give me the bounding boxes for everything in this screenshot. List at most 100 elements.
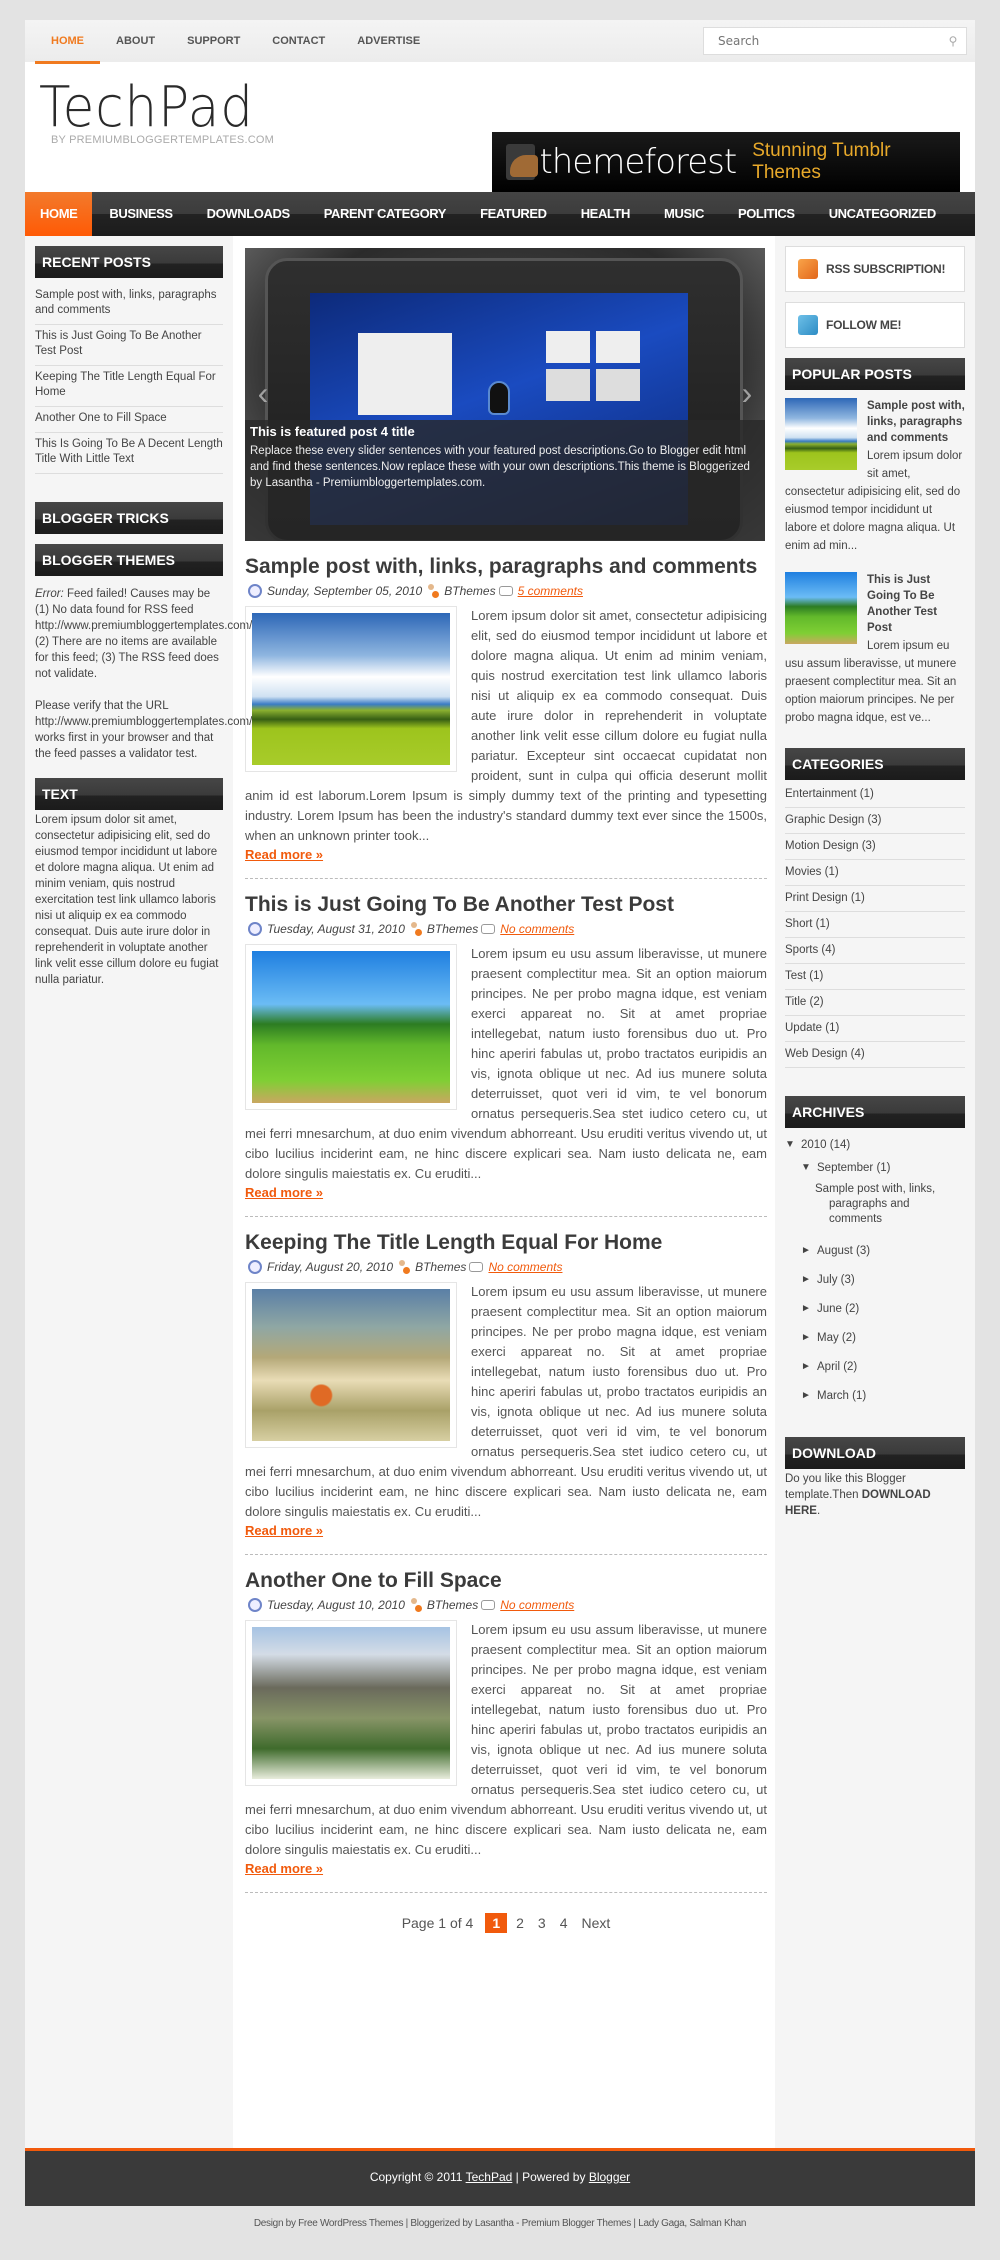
post-item: Sample post with, links, paragraphs and … — [245, 541, 767, 879]
slider-next-arrow-icon[interactable]: › — [733, 373, 761, 413]
post-comments-link[interactable]: No comments — [500, 1598, 574, 1612]
read-more-link[interactable]: Read more » — [245, 1523, 323, 1538]
mainnav-parent-category[interactable]: PARENT CATEGORY — [307, 192, 463, 236]
download-text: Do you like this Blogger template.Then D… — [785, 1473, 931, 1517]
search-input[interactable] — [704, 28, 940, 54]
archive-post-link[interactable]: Sample post with, links, paragraphs and … — [815, 1182, 955, 1227]
themeforest-banner-ad[interactable]: themeforest Stunning Tumblr Themes — [492, 132, 960, 192]
post-comments-link[interactable]: 5 comments — [518, 584, 583, 598]
archive-month[interactable]: ► June (2) — [801, 1295, 965, 1324]
category-link[interactable]: Movies (1) — [785, 860, 965, 886]
category-link[interactable]: Entertainment (1) — [785, 782, 965, 808]
text-widget: TEXT Lorem ipsum dolor sit amet, consect… — [35, 778, 223, 988]
post-item: This is Just Going To Be Another Test Po… — [245, 879, 767, 1217]
page-link[interactable]: 2 — [509, 1915, 531, 1931]
recent-post-link[interactable]: Keeping The Title Length Equal For Home — [35, 366, 223, 407]
widget-header: POPULAR POSTS — [785, 358, 965, 390]
search-icon[interactable]: ⚲ — [940, 34, 966, 48]
mainnav-featured[interactable]: FEATURED — [463, 192, 564, 236]
collapsed-triangle-icon[interactable]: ► — [801, 1332, 817, 1344]
post-thumbnail[interactable] — [245, 1620, 457, 1786]
footer-blogger-link[interactable]: Blogger — [589, 2170, 630, 2184]
site-title[interactable]: TechPad — [39, 80, 255, 136]
post-comments-link[interactable]: No comments — [488, 1260, 562, 1274]
footer-techpad-link[interactable]: TechPad — [466, 2170, 513, 2184]
page-link-current[interactable]: 1 — [485, 1913, 508, 1933]
post-meta: Tuesday, August 10, 2010 BThemes No comm… — [245, 1598, 767, 1612]
topnav-about[interactable]: ABOUT — [100, 20, 171, 62]
post-title[interactable]: Another One to Fill Space — [245, 1569, 767, 1592]
expanded-triangle-icon[interactable]: ▼ — [785, 1139, 801, 1151]
recent-post-link[interactable]: This is Just Going To Be Another Test Po… — [35, 325, 223, 366]
recent-post-link[interactable]: This Is Going To Be A Decent Length Titl… — [35, 433, 223, 474]
category-link[interactable]: Motion Design (3) — [785, 834, 965, 860]
site-logo[interactable]: TechPad BY PREMIUMBLOGGERTEMPLATES.COM — [39, 80, 274, 147]
post-date: Tuesday, August 10, 2010 — [267, 1598, 405, 1612]
archive-month[interactable]: ► August (3) — [801, 1237, 965, 1266]
twitter-icon — [798, 315, 818, 335]
author-icon — [408, 1598, 422, 1612]
mainnav-home[interactable]: HOME — [25, 192, 93, 236]
topnav-home[interactable]: HOME — [35, 20, 100, 64]
read-more-link[interactable]: Read more » — [245, 1861, 323, 1876]
post-meta: Friday, August 20, 2010 BThemes No comme… — [245, 1260, 767, 1274]
post-thumbnail[interactable] — [245, 1282, 457, 1448]
post-item: Another One to Fill Space Tuesday, Augus… — [245, 1555, 767, 1893]
next-page-link[interactable]: Next — [575, 1915, 618, 1931]
clock-icon — [248, 922, 262, 936]
slider-prev-arrow-icon[interactable]: ‹ — [249, 373, 277, 413]
category-link[interactable]: Test (1) — [785, 964, 965, 990]
popular-post-thumbnail[interactable] — [785, 398, 857, 470]
post-comments-link[interactable]: No comments — [500, 922, 574, 936]
author-icon — [408, 922, 422, 936]
post-title[interactable]: This is Just Going To Be Another Test Po… — [245, 893, 767, 916]
post-thumbnail[interactable] — [245, 606, 457, 772]
mainnav-uncategorized[interactable]: UNCATEGORIZED — [812, 192, 953, 236]
mainnav-politics[interactable]: POLITICS — [721, 192, 812, 236]
page-link[interactable]: 4 — [553, 1915, 575, 1931]
archive-month-september[interactable]: ▼ September (1) — [785, 1157, 965, 1180]
topnav-support[interactable]: SUPPORT — [171, 20, 256, 62]
archive-year-2010[interactable]: ▼ 2010 (14) — [785, 1134, 965, 1157]
rss-subscription-button[interactable]: RSS SUBSCRIPTION! — [785, 246, 965, 292]
category-link[interactable]: Graphic Design (3) — [785, 808, 965, 834]
category-link[interactable]: Update (1) — [785, 1016, 965, 1042]
topnav-contact[interactable]: CONTACT — [256, 20, 341, 62]
top-navigation: HOME ABOUT SUPPORT CONTACT ADVERTISE ⚲ — [25, 20, 975, 64]
expanded-triangle-icon[interactable]: ▼ — [801, 1162, 817, 1174]
collapsed-triangle-icon[interactable]: ► — [801, 1361, 817, 1373]
collapsed-triangle-icon[interactable]: ► — [801, 1390, 817, 1402]
archive-month[interactable]: ► July (3) — [801, 1266, 965, 1295]
post-title[interactable]: Sample post with, links, paragraphs and … — [245, 555, 767, 578]
mainnav-downloads[interactable]: DOWNLOADS — [190, 192, 307, 236]
read-more-link[interactable]: Read more » — [245, 847, 323, 862]
recent-posts-widget: RECENT POSTS Sample post with, links, pa… — [35, 246, 223, 474]
mainnav-business[interactable]: BUSINESS — [92, 192, 189, 236]
page-link[interactable]: 3 — [531, 1915, 553, 1931]
archive-month[interactable]: ► March (1) — [801, 1382, 965, 1411]
featured-slider[interactable]: ‹ › This is featured post 4 title Replac… — [245, 248, 765, 541]
recent-post-link[interactable]: Another One to Fill Space — [35, 407, 223, 433]
collapsed-triangle-icon[interactable]: ► — [801, 1274, 817, 1286]
clock-icon — [248, 1598, 262, 1612]
collapsed-triangle-icon[interactable]: ► — [801, 1245, 817, 1257]
read-more-link[interactable]: Read more » — [245, 1185, 323, 1200]
recent-post-link[interactable]: Sample post with, links, paragraphs and … — [35, 284, 223, 325]
archive-month[interactable]: ► April (2) — [801, 1353, 965, 1382]
category-link[interactable]: Short (1) — [785, 912, 965, 938]
slider-caption-title[interactable]: This is featured post 4 title — [250, 424, 760, 439]
category-link[interactable]: Web Design (4) — [785, 1042, 965, 1068]
archive-month[interactable]: ► May (2) — [801, 1324, 965, 1353]
follow-me-button[interactable]: FOLLOW ME! — [785, 302, 965, 348]
mainnav-health[interactable]: HEALTH — [564, 192, 647, 236]
post-title[interactable]: Keeping The Title Length Equal For Home — [245, 1231, 767, 1254]
widget-header: CATEGORIES — [785, 748, 965, 780]
popular-post-thumbnail[interactable] — [785, 572, 857, 644]
category-link[interactable]: Title (2) — [785, 990, 965, 1016]
post-thumbnail[interactable] — [245, 944, 457, 1110]
category-link[interactable]: Print Design (1) — [785, 886, 965, 912]
mainnav-music[interactable]: MUSIC — [647, 192, 721, 236]
category-link[interactable]: Sports (4) — [785, 938, 965, 964]
topnav-advertise[interactable]: ADVERTISE — [341, 20, 436, 62]
collapsed-triangle-icon[interactable]: ► — [801, 1303, 817, 1315]
